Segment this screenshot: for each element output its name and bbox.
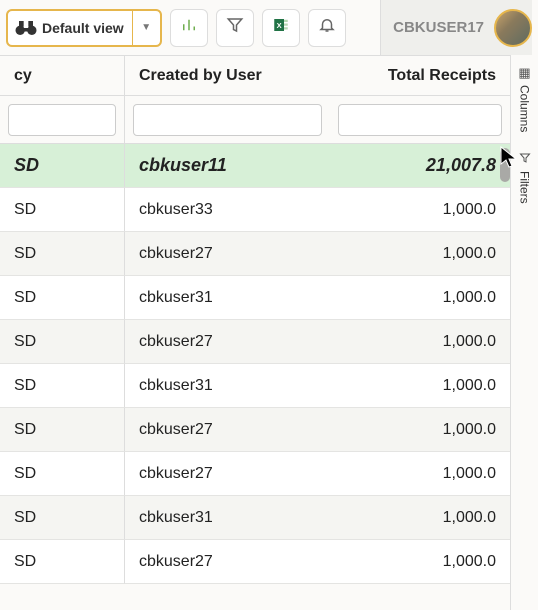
cell-receipts: 1,000.0 [330,540,510,584]
table-row[interactable]: SD cbkuser31 1,000.0 [0,496,510,540]
cell-user: cbkuser27 [125,540,330,584]
cell-currency: SD [0,188,125,232]
table-row[interactable]: SD cbkuser27 1,000.0 [0,452,510,496]
cell-currency: SD [0,408,125,452]
filter-input-currency[interactable] [8,104,116,136]
cell-receipts: 1,000.0 [330,452,510,496]
cell-user: cbkuser31 [125,364,330,408]
cell-currency: SD [0,232,125,276]
sidebar-filters-label: Filters [518,171,532,204]
cell-user: cbkuser31 [125,496,330,540]
sidebar-filters-tab[interactable]: Filters [511,142,538,214]
view-selector-label: Default view [40,20,132,36]
grid-total-row[interactable]: SD cbkuser11 21,007.8 [0,144,510,188]
chart-button[interactable] [170,9,208,47]
table-row[interactable]: SD cbkuser31 1,000.0 [0,364,510,408]
export-excel-button[interactable]: X [262,9,300,47]
sidebar-panel: ▦ Columns Filters [510,55,538,610]
cell-user: cbkuser27 [125,452,330,496]
bar-chart-icon [180,16,198,39]
sidebar-columns-label: Columns [518,85,532,132]
cell-receipts: 1,000.0 [330,320,510,364]
cell-receipts: 1,000.0 [330,496,510,540]
binoculars-icon [12,14,40,42]
cell-user: cbkuser31 [125,276,330,320]
cell-receipts: 1,000.0 [330,408,510,452]
table-row[interactable]: SD cbkuser27 1,000.0 [0,540,510,584]
cell-currency: SD [0,144,125,188]
columns-icon: ▦ [518,65,530,81]
table-row[interactable]: SD cbkuser31 1,000.0 [0,276,510,320]
column-header-currency[interactable]: cy [0,56,125,96]
table-row[interactable]: SD cbkuser27 1,000.0 [0,408,510,452]
grid-filter-row [0,96,510,144]
table-row[interactable]: SD cbkuser27 1,000.0 [0,320,510,364]
avatar[interactable] [494,9,532,47]
cell-currency: SD [0,364,125,408]
svg-text:X: X [276,21,281,30]
app-root: Default view ▼ X CBKUSER17 [0,0,538,610]
cell-receipts: 1,000.0 [330,232,510,276]
data-grid: cy Created by User Total Receipts SD cbk… [0,56,510,584]
user-segment[interactable]: CBKUSER17 [380,0,532,55]
cell-user: cbkuser27 [125,232,330,276]
cell-user: cbkuser27 [125,408,330,452]
bell-icon [318,16,336,39]
excel-icon: X [272,16,290,39]
filter-input-user[interactable] [133,104,322,136]
grid-header-row: cy Created by User Total Receipts [0,56,510,96]
cell-currency: SD [0,452,125,496]
user-name-label: CBKUSER17 [393,19,484,36]
filter-input-receipts[interactable] [338,104,502,136]
cell-user: cbkuser33 [125,188,330,232]
column-header-receipts[interactable]: Total Receipts [330,56,510,96]
table-row[interactable]: SD cbkuser27 1,000.0 [0,232,510,276]
cell-receipts: 1,000.0 [330,364,510,408]
cell-currency: SD [0,496,125,540]
funnel-icon [226,16,244,39]
cell-currency: SD [0,320,125,364]
filter-button[interactable] [216,9,254,47]
cell-receipts: 1,000.0 [330,276,510,320]
cell-receipts: 21,007.8 [330,144,510,188]
grid-wrap: cy Created by User Total Receipts SD cbk… [0,55,510,610]
cell-currency: SD [0,276,125,320]
notifications-button[interactable] [308,9,346,47]
column-header-user[interactable]: Created by User [125,56,330,96]
cell-user: cbkuser11 [125,144,330,188]
cell-user: cbkuser27 [125,320,330,364]
view-selector-button[interactable]: Default view ▼ [6,9,162,47]
filter-icon [519,152,531,167]
sidebar-columns-tab[interactable]: ▦ Columns [511,55,538,142]
toolbar: Default view ▼ X CBKUSER17 [0,0,538,55]
cell-receipts: 1,000.0 [330,188,510,232]
cell-currency: SD [0,540,125,584]
table-row[interactable]: SD cbkuser33 1,000.0 [0,188,510,232]
scrollbar-handle[interactable] [500,148,510,182]
chevron-down-icon[interactable]: ▼ [132,10,160,46]
